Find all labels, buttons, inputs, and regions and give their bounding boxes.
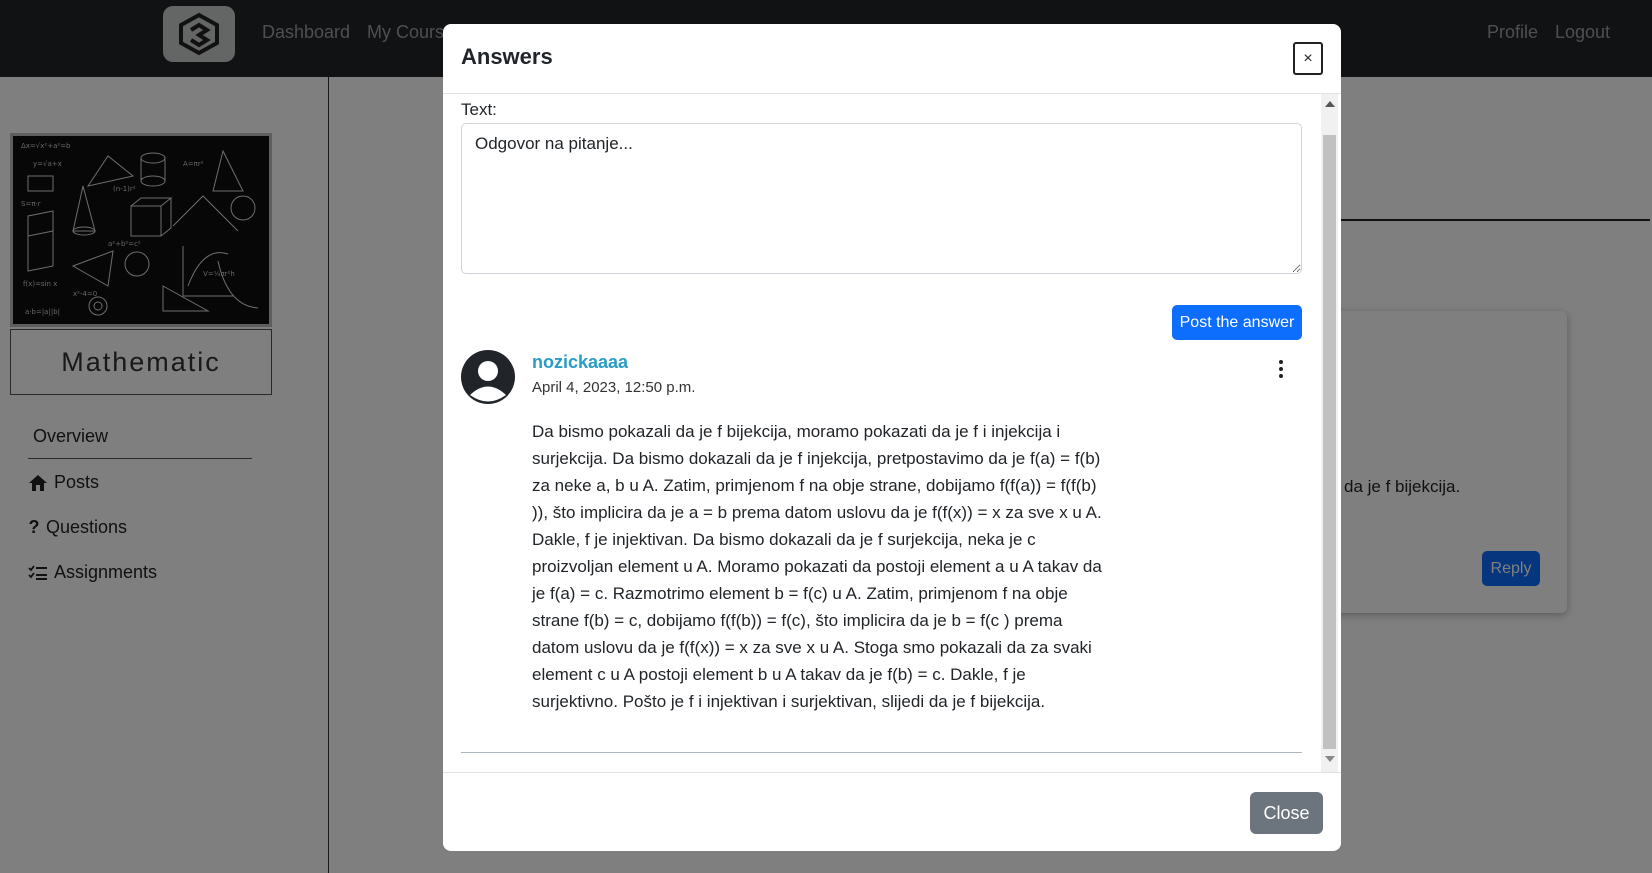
scroll-thumb[interactable] <box>1323 135 1336 749</box>
scroll-up-arrow-icon[interactable] <box>1325 101 1335 107</box>
user-avatar-icon <box>461 350 515 404</box>
answer-text: Da bismo pokazali da je f bijekcija, mor… <box>532 422 1102 711</box>
modal-scrollbar[interactable] <box>1321 94 1338 772</box>
modal-footer: Close <box>443 772 1341 851</box>
answer-textarea[interactable] <box>461 123 1302 274</box>
post-answer-button[interactable]: Post the answer <box>1172 305 1302 340</box>
close-icon[interactable]: × <box>1293 42 1323 75</box>
answer-username[interactable]: nozickaaaa <box>532 352 628 373</box>
text-label: Text: <box>461 100 497 119</box>
close-button[interactable]: Close <box>1250 792 1323 834</box>
modal-body: Text: Post the answer nozickaaaa April 4… <box>443 94 1341 772</box>
scroll-down-arrow-icon[interactable] <box>1325 756 1335 762</box>
answer-date: April 4, 2023, 12:50 p.m. <box>532 379 696 396</box>
answer-divider <box>461 752 1302 753</box>
more-options-icon[interactable] <box>1275 357 1287 381</box>
modal-title: Answers <box>461 44 553 69</box>
modal-header: Answers × <box>443 24 1341 94</box>
answers-modal: Answers × Text: Post the answer nozickaa… <box>443 24 1341 851</box>
